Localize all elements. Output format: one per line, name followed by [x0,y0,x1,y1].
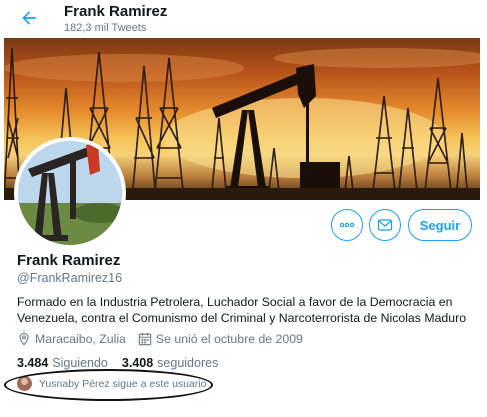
followers-link[interactable]: 3.408 seguidores [122,356,218,370]
following-link[interactable]: 3.484 Siguiendo [17,356,108,370]
following-label: Siguiendo [52,356,108,370]
followed-by-text: Yusnaby Pérez sigue a este usuario [39,377,207,390]
profile-meta: Maracaibo, Zulia Se unió el octubre de 2… [17,332,303,346]
joined-text: Se unió el octubre de 2009 [155,332,303,346]
message-button[interactable] [369,209,401,241]
profile-bio: Formado en la Industria Petrolera, Lucha… [17,295,467,325]
follow-button[interactable]: Seguir [408,209,472,241]
location-icon [19,332,29,346]
avatar-pump-jack-image [18,141,122,245]
header-name: Frank Ramirez [64,3,168,20]
followers-label: seguidores [157,356,219,370]
more-options-button[interactable] [331,209,363,241]
profile-stats: 3.484 Siguiendo 3.408 seguidores [17,356,218,370]
more-icon [339,222,355,228]
message-icon [377,219,393,231]
profile-name: Frank Ramirez [17,252,121,269]
back-button[interactable] [14,4,44,32]
profile-avatar[interactable] [14,137,126,249]
followers-count: 3.408 [121,356,154,370]
location-text: Maracaibo, Zulia [35,332,126,346]
calendar-icon [138,332,152,346]
profile-header: Frank Ramirez 182,3 mil Tweets [0,0,487,38]
following-count: 3.484 [17,356,49,370]
follower-avatar [17,376,32,391]
location-item: Maracaibo, Zulia [17,332,126,346]
followed-by-notice[interactable]: Yusnaby Pérez sigue a este usuario [17,376,207,391]
profile-handle: @FrankRamirez16 [17,271,123,285]
joined-item: Se unió el octubre de 2009 [138,332,303,346]
back-arrow-icon [22,11,36,25]
header-tweet-count: 182,3 mil Tweets [64,22,147,34]
